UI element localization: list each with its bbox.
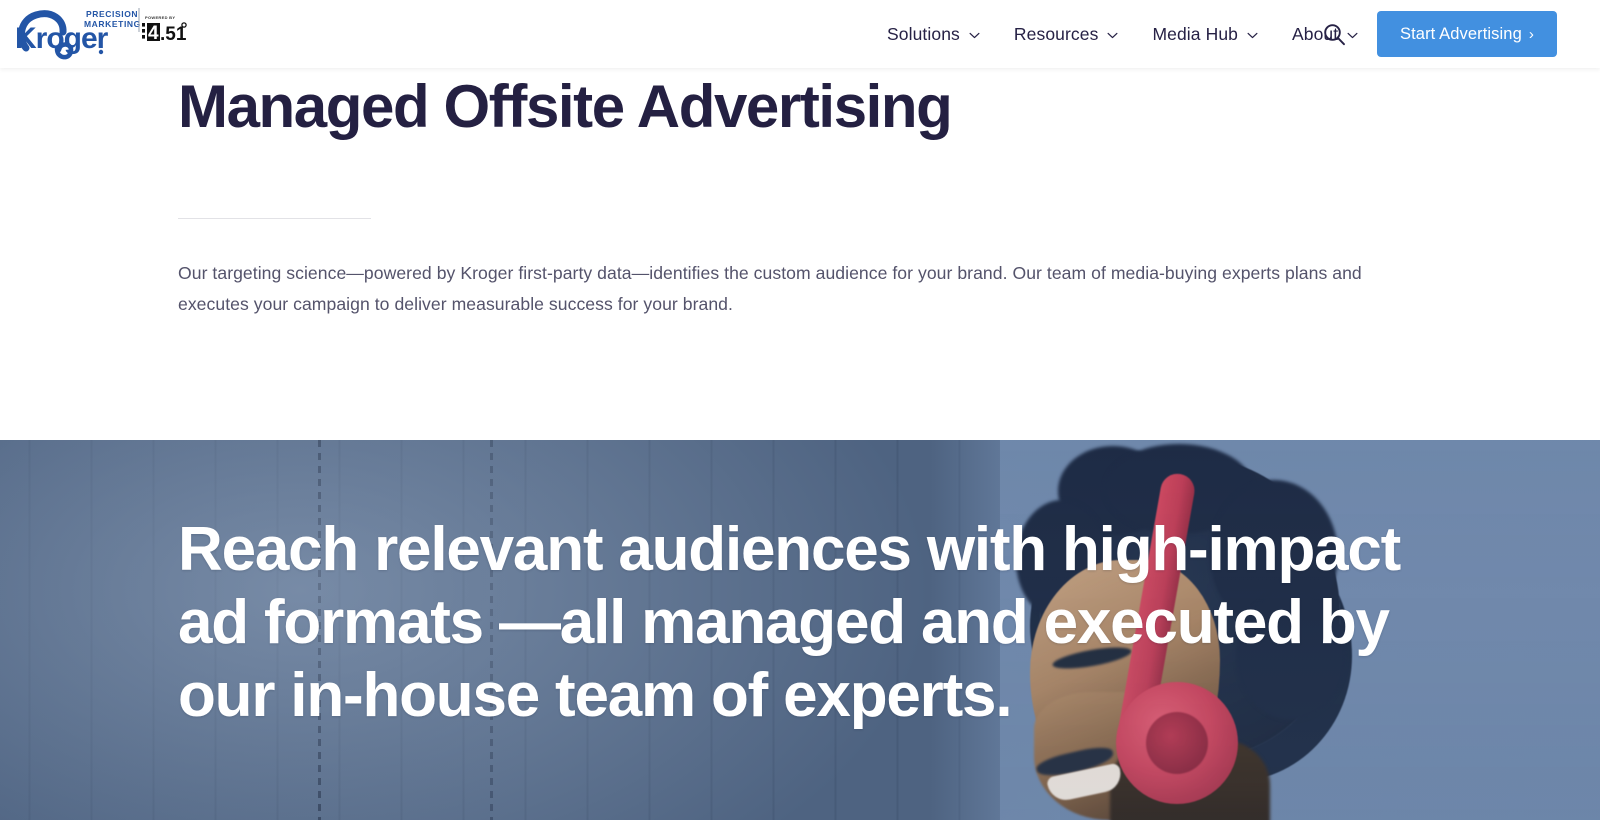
- cta-label: Start Advertising: [1400, 24, 1522, 43]
- page-title: Managed Offsite Advertising: [178, 73, 953, 140]
- svg-text:MARKETING: MARKETING: [84, 19, 141, 29]
- main-navigation: Solutions Resources Media Hub About: [870, 0, 1375, 68]
- nav-item-media-hub[interactable]: Media Hub: [1135, 0, 1275, 68]
- nav-item-solutions[interactable]: Solutions: [870, 0, 997, 68]
- nav-item-label: Solutions: [887, 23, 960, 44]
- chevron-down-icon: [1107, 32, 1118, 38]
- search-button[interactable]: [1317, 17, 1351, 51]
- nav-item-label: Media Hub: [1152, 23, 1238, 44]
- start-advertising-button[interactable]: Start Advertising ›: [1377, 11, 1557, 57]
- intro-section: Managed Offsite Advertising Our targetin…: [0, 68, 1600, 440]
- nav-item-label: Resources: [1013, 23, 1099, 44]
- nav-item-resources[interactable]: Resources: [997, 0, 1136, 68]
- logo-artwork: Kroger PRECISION MARKETING POWERED BY 4 …: [15, 8, 187, 60]
- site-header: Kroger PRECISION MARKETING POWERED BY 4 …: [0, 0, 1600, 68]
- hero-section: Reach relevant audiences with high-impac…: [0, 440, 1600, 820]
- chevron-down-icon: [1247, 32, 1258, 38]
- title-divider: [178, 218, 371, 219]
- svg-text:4: 4: [148, 23, 159, 44]
- kroger-precision-marketing-logo[interactable]: Kroger PRECISION MARKETING POWERED BY 4 …: [8, 2, 188, 64]
- cta-chevron-icon: ›: [1528, 25, 1534, 43]
- hero-heading: Reach relevant audiences with high-impac…: [178, 515, 1401, 730]
- svg-text:POWERED BY: POWERED BY: [145, 15, 175, 20]
- intro-paragraph: Our targeting science—powered by Kroger …: [178, 263, 1362, 315]
- svg-text:PRECISION: PRECISION: [86, 9, 138, 19]
- search-icon: [1323, 23, 1345, 45]
- chevron-down-icon: [969, 32, 980, 38]
